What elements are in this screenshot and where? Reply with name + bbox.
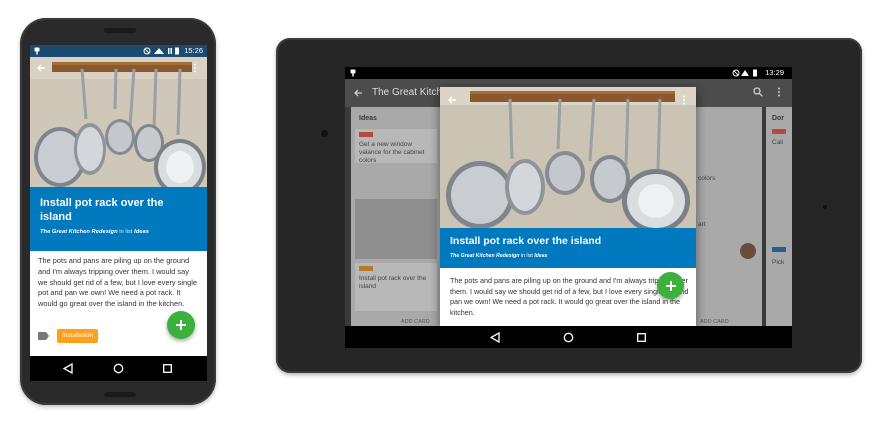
phone-status-bar: 15:26	[30, 45, 207, 57]
card-title[interactable]: Install pot rack over the island	[450, 235, 686, 247]
nav-home-icon[interactable]	[563, 332, 574, 343]
phone-device: 15:26 Install pot rack over the island T…	[20, 18, 216, 405]
phone-screen: 15:26 Install pot rack over the island T…	[30, 45, 207, 381]
add-card-button[interactable]: ADD CARD	[401, 319, 430, 325]
card-detail-dialog: Install pot rack over the island The Gre…	[440, 87, 696, 327]
in-list-text: in list	[119, 229, 133, 235]
status-icons	[732, 69, 760, 77]
nav-recents-icon[interactable]	[637, 333, 646, 342]
tablet-nav-bar	[345, 326, 792, 348]
overflow-menu-icon[interactable]	[682, 95, 686, 105]
card-header: Install pot rack over the island The Gre…	[440, 228, 696, 268]
nav-back-icon[interactable]	[63, 363, 73, 374]
card-text: Install pot rack over the island	[359, 275, 427, 290]
add-fab-button[interactable]	[167, 311, 195, 339]
card-description[interactable]: The pots and pans are piling up on the g…	[38, 256, 200, 310]
board-list-right: Dor Cali Pick	[766, 107, 792, 333]
overflow-menu-icon[interactable]	[193, 63, 197, 73]
card-text: Cali	[772, 139, 784, 146]
label-blue	[772, 247, 786, 252]
phone-speaker-bottom	[104, 392, 136, 397]
tablet-camera	[321, 130, 328, 137]
list-name[interactable]: Ideas	[134, 229, 149, 235]
tablet-sensor	[823, 205, 827, 209]
board-card[interactable]: Install pot rack over the island	[355, 263, 437, 311]
board-name[interactable]: The Great Kitchen Redesign	[450, 253, 519, 259]
in-list-text: in list	[520, 253, 533, 259]
label-orange	[359, 266, 373, 271]
list-title: Ideas	[359, 115, 377, 122]
back-arrow-icon[interactable]	[447, 95, 457, 105]
search-icon[interactable]	[753, 87, 763, 97]
avatar	[740, 243, 756, 259]
tablet-status-bar: 13:29	[345, 67, 792, 79]
back-arrow-icon[interactable]	[353, 88, 363, 98]
card-text: Get a new window valance for the cabinet…	[359, 141, 425, 164]
label-red	[772, 129, 786, 134]
add-card-button[interactable]: ADD CARD	[700, 319, 729, 325]
label-installation[interactable]: Installation	[57, 329, 99, 343]
board-name[interactable]: The Great Kitchen Redesign	[40, 229, 118, 235]
list-name[interactable]: Ideas	[534, 253, 547, 259]
status-time: 13:29	[765, 68, 784, 77]
nav-home-icon[interactable]	[113, 363, 124, 374]
card-location: The Great Kitchen Redesign in list Ideas	[40, 229, 197, 235]
card-cover-photo	[440, 87, 696, 228]
nav-back-icon[interactable]	[490, 332, 500, 343]
card-text: Pick	[772, 259, 785, 266]
tablet-screen: 13:29 The Great Kitchen Ideas Get a new …	[345, 67, 792, 348]
card-title[interactable]: Install pot rack over the island	[40, 196, 197, 224]
notification-icon	[34, 47, 40, 55]
notification-icon	[350, 69, 356, 77]
plus-icon	[175, 319, 187, 331]
card-location: The Great Kitchen Redesign in list Ideas	[450, 253, 686, 259]
board-card[interactable]: Get a new window valance for the cabinet…	[355, 129, 437, 164]
nav-recents-icon[interactable]	[163, 364, 172, 373]
status-time: 15:26	[184, 46, 203, 55]
tablet-device: 13:29 The Great Kitchen Ideas Get a new …	[276, 38, 862, 373]
tag-icon	[38, 332, 49, 340]
card-description[interactable]: The pots and pans are piling up on the g…	[450, 276, 690, 318]
board-card-image[interactable]	[355, 199, 437, 259]
phone-nav-bar	[30, 356, 207, 381]
card-text: colors	[698, 175, 716, 182]
overflow-menu-icon[interactable]	[777, 87, 781, 97]
phone-speaker	[104, 28, 136, 33]
plus-icon	[665, 280, 677, 292]
card-header: Install pot rack over the island The Gre…	[30, 187, 207, 251]
card-text: art	[698, 221, 706, 228]
list-title: Dor	[772, 115, 785, 122]
add-fab-button[interactable]	[657, 272, 684, 299]
card-cover-photo	[30, 57, 207, 187]
board-list-ideas: Ideas Get a new window valance for the c…	[351, 107, 441, 333]
back-arrow-icon[interactable]	[36, 63, 46, 73]
board-list-middle: colors art ADD CARD	[696, 107, 762, 333]
label-red	[359, 132, 373, 137]
